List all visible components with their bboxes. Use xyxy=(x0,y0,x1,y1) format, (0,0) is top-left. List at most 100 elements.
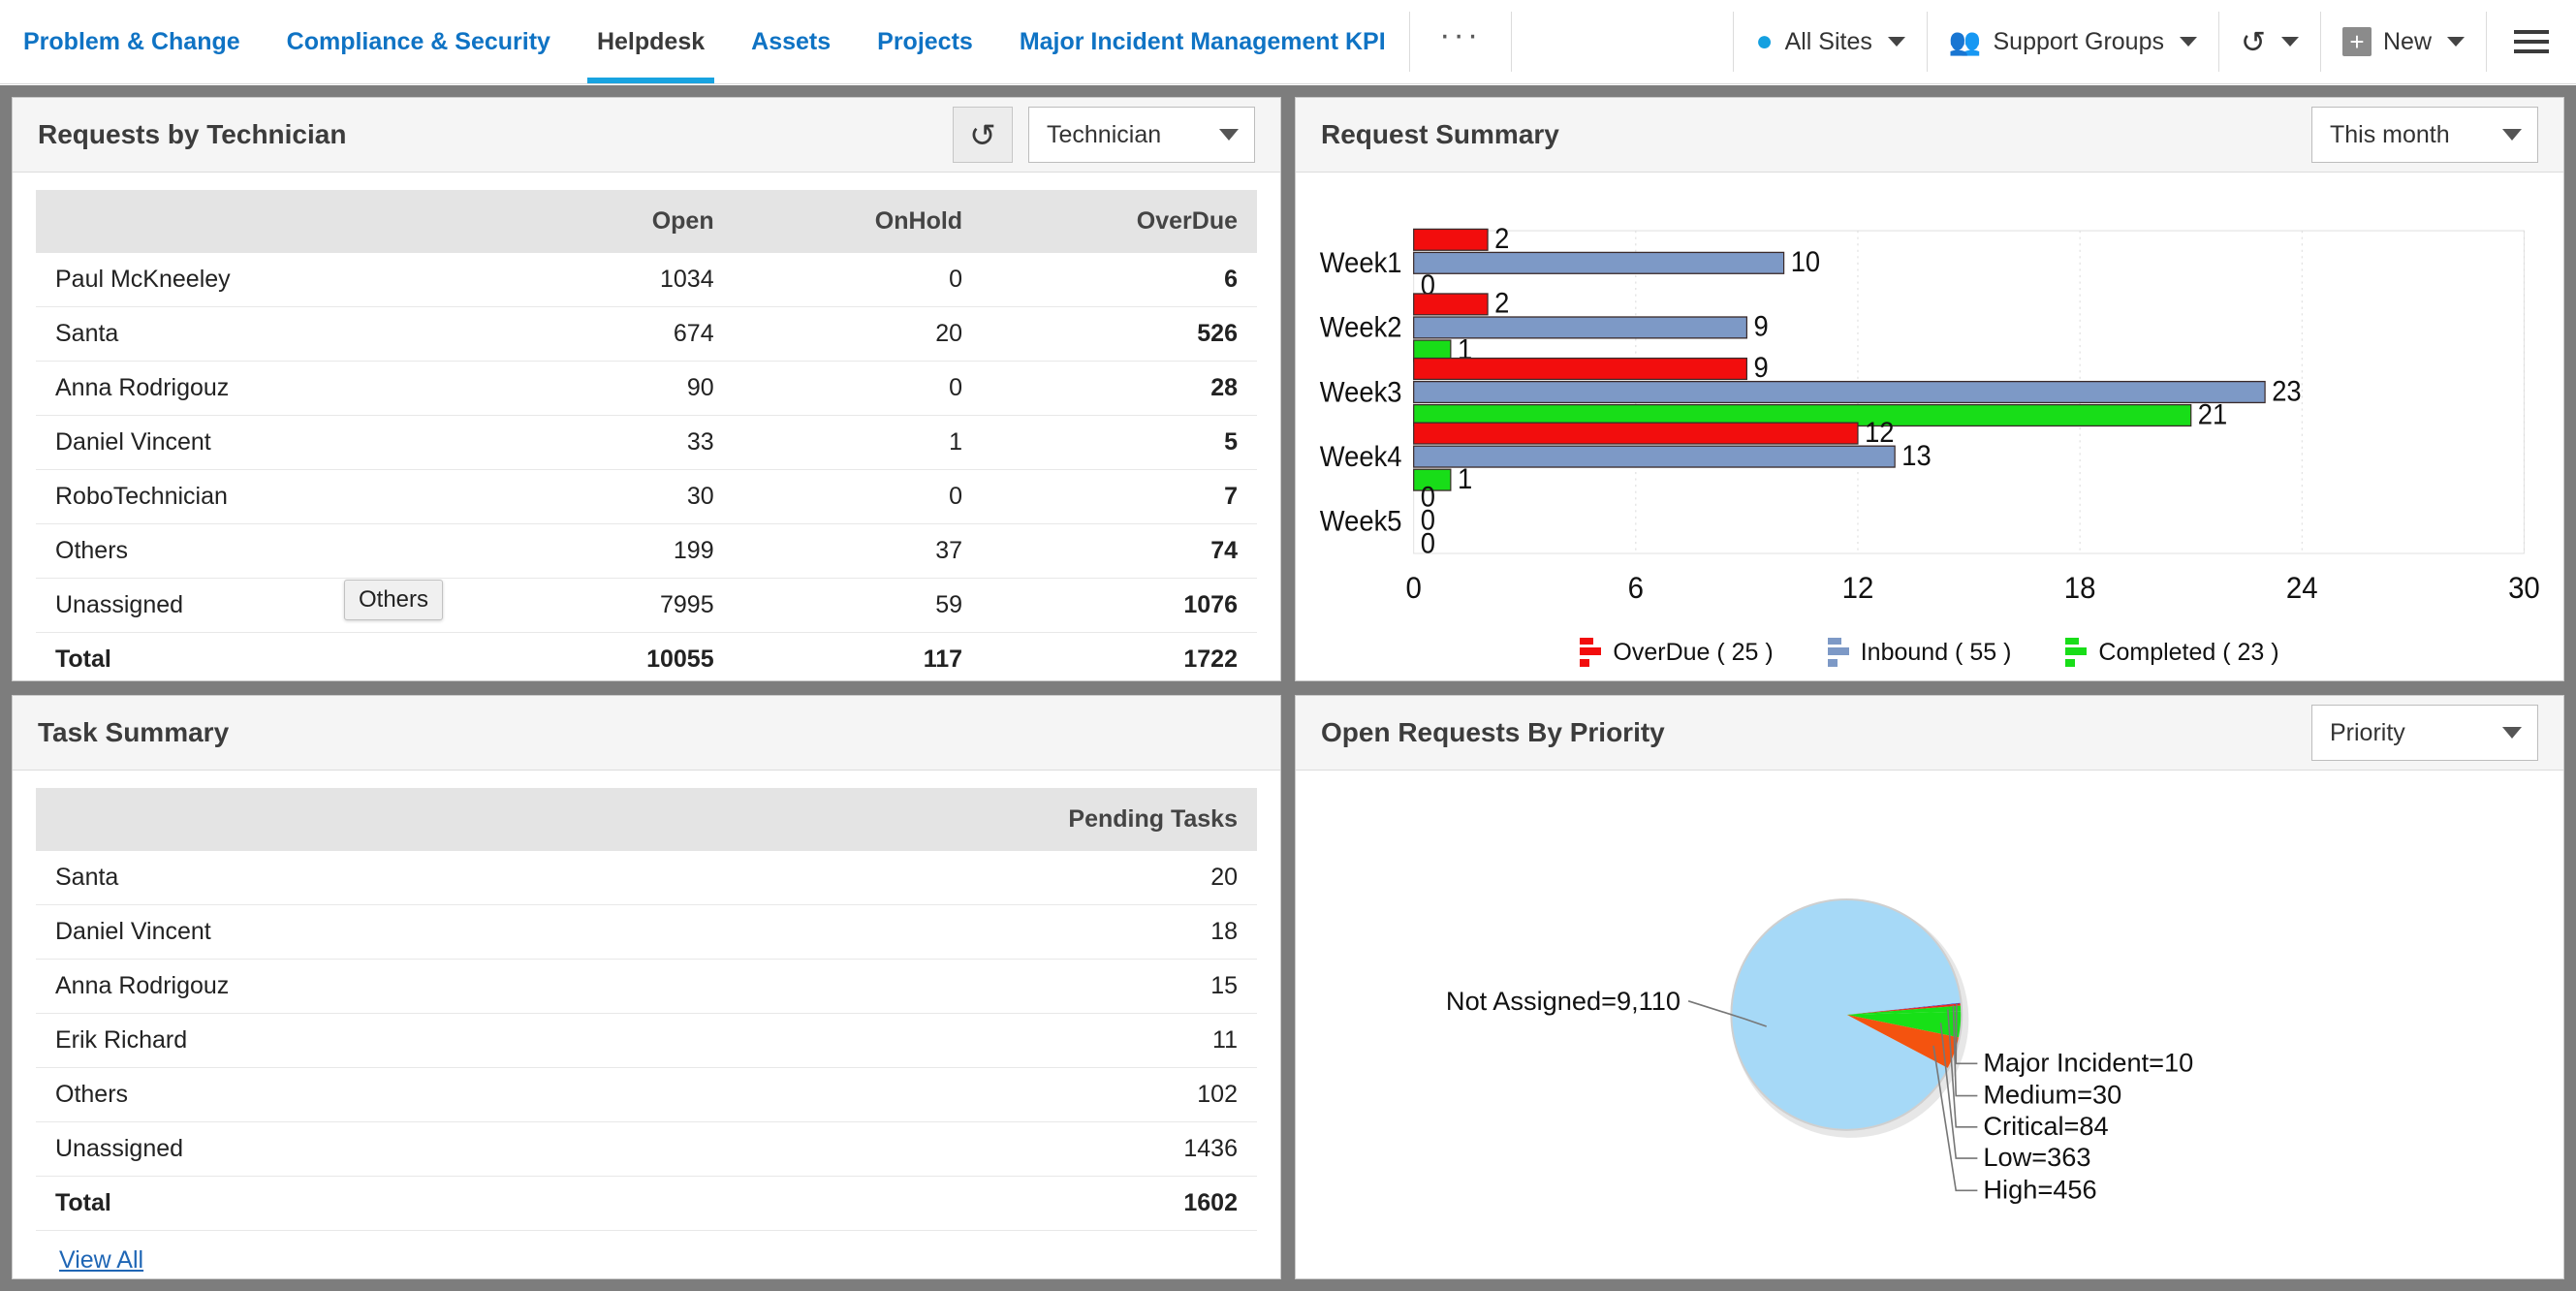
cell-pending: 11 xyxy=(891,1014,1257,1068)
table-header-row: Open OnHold OverDue xyxy=(36,190,1257,253)
legend-item-overdue[interactable]: OverDue ( 25 ) xyxy=(1580,638,1773,667)
table-body: Paul McKneeley 1034 0 6 Santa 674 20 526 xyxy=(36,253,1257,680)
hamburger-menu-icon[interactable] xyxy=(2487,0,2576,83)
task-summary-table: Pending Tasks Santa 20 Daniel Vincent 18 xyxy=(36,788,1257,1231)
view-all-wrap: View All xyxy=(36,1231,1257,1275)
table-head: Open OnHold OverDue xyxy=(36,190,1257,253)
refresh-button[interactable]: ↺ xyxy=(953,107,1013,163)
table-row[interactable]: Paul McKneeley 1034 0 6 xyxy=(36,253,1257,307)
chart-legend: OverDue ( 25 ) Inbound ( 55 ) Completed … xyxy=(1296,638,2563,667)
nav-tab-major-incident-kpi[interactable]: Major Incident Management KPI xyxy=(996,0,1409,83)
chevron-down-icon xyxy=(2180,37,2197,47)
column-header-open[interactable]: Open xyxy=(524,190,734,253)
panel-body: Open OnHold OverDue Paul McKneeley 1034 … xyxy=(13,173,1280,680)
period-filter-value: This month xyxy=(2330,121,2450,149)
panel-body: Week12100Week2291Week392321Week412131Wee… xyxy=(1296,173,2563,680)
panel-request-summary: Request Summary This month Week12100Week… xyxy=(1295,97,2564,681)
legend-label-overdue: OverDue ( 25 ) xyxy=(1613,639,1773,667)
panel-title: Request Summary xyxy=(1321,119,1559,150)
table-row[interactable]: Erik Richard 11 xyxy=(36,1014,1257,1068)
cell-onhold: 59 xyxy=(734,579,982,633)
column-header-overdue[interactable]: OverDue xyxy=(982,190,1257,253)
cell-open: 90 xyxy=(524,362,734,416)
table-row[interactable]: Anna Rodrigouz 15 xyxy=(36,960,1257,1014)
svg-text:10: 10 xyxy=(1791,246,1820,278)
more-tabs-icon[interactable]: ··· xyxy=(1410,0,1511,83)
support-groups-selector[interactable]: 👥 Support Groups xyxy=(1928,0,2218,83)
table-row[interactable]: Anna Rodrigouz 90 0 28 xyxy=(36,362,1257,416)
cell-total-label: Total xyxy=(36,633,524,681)
svg-text:Low=363: Low=363 xyxy=(1983,1142,2090,1172)
table-row[interactable]: Unassigned 1436 xyxy=(36,1122,1257,1177)
table-row[interactable]: RoboTechnician 30 0 7 xyxy=(36,470,1257,524)
table-row[interactable]: Daniel Vincent 33 1 5 xyxy=(36,416,1257,470)
nav-tab-projects[interactable]: Projects xyxy=(854,0,996,83)
panel-body: Not Assigned=9,110Major Incident=10Mediu… xyxy=(1296,771,2563,1278)
new-button[interactable]: + New xyxy=(2321,0,2486,83)
panel-title: Requests by Technician xyxy=(38,119,346,150)
cell-total-onhold: 117 xyxy=(734,633,982,681)
nav-tab-compliance-security[interactable]: Compliance & Security xyxy=(264,0,574,83)
column-header-onhold[interactable]: OnHold xyxy=(734,190,982,253)
svg-text:12: 12 xyxy=(1842,571,1874,605)
column-header-pending-tasks[interactable]: Pending Tasks xyxy=(891,788,1257,851)
technician-filter-select[interactable]: Technician xyxy=(1028,107,1255,163)
svg-text:13: 13 xyxy=(1901,440,1931,472)
legend-swatch-overdue xyxy=(1580,638,1601,667)
legend-item-completed[interactable]: Completed ( 23 ) xyxy=(2065,638,2278,667)
cell-total-label: Total xyxy=(36,1177,891,1231)
nav-tab-label: Problem & Change xyxy=(23,28,240,56)
cell-technician: Anna Rodrigouz xyxy=(36,362,524,416)
cell-onhold: 1 xyxy=(734,416,982,470)
cell-technician: Erik Richard xyxy=(36,1014,891,1068)
period-filter-select[interactable]: This month xyxy=(2311,107,2538,163)
nav-tabs: Problem & Change Compliance & Security H… xyxy=(0,0,1409,83)
table-row[interactable]: Others 199 37 74 xyxy=(36,524,1257,579)
table-row[interactable]: Santa 20 xyxy=(36,851,1257,905)
cell-onhold: 20 xyxy=(734,307,982,362)
top-navigation-bar: Problem & Change Compliance & Security H… xyxy=(0,0,2576,84)
refresh-icon: ↺ xyxy=(2241,27,2266,57)
panel-requests-by-technician: Requests by Technician ↺ Technician Open… xyxy=(12,97,1281,681)
cell-technician: Santa xyxy=(36,307,524,362)
cell-technician: Others xyxy=(36,524,524,579)
svg-text:0: 0 xyxy=(1405,571,1421,605)
nav-tab-label: Major Incident Management KPI xyxy=(1020,28,1386,56)
cell-overdue: 74 xyxy=(982,524,1257,579)
view-all-link[interactable]: View All xyxy=(59,1246,143,1275)
cell-technician: Daniel Vincent xyxy=(36,905,891,960)
panel-task-summary: Task Summary Pending Tasks Santa 20 xyxy=(12,695,1281,1279)
refresh-menu[interactable]: ↺ xyxy=(2219,0,2320,83)
table-row[interactable]: Daniel Vincent 18 xyxy=(36,905,1257,960)
cell-overdue: 5 xyxy=(982,416,1257,470)
cell-overdue: 7 xyxy=(982,470,1257,524)
table-row[interactable]: Others 102 xyxy=(36,1068,1257,1122)
nav-tab-assets[interactable]: Assets xyxy=(728,0,854,83)
chevron-down-icon xyxy=(2281,37,2299,47)
tasks-table-wrap: Pending Tasks Santa 20 Daniel Vincent 18 xyxy=(13,771,1280,1275)
panel-body: Pending Tasks Santa 20 Daniel Vincent 18 xyxy=(13,771,1280,1278)
cell-onhold: 0 xyxy=(734,362,982,416)
panel-header: Request Summary This month xyxy=(1296,98,2563,173)
cell-open: 33 xyxy=(524,416,734,470)
nav-tab-label: Assets xyxy=(751,28,831,56)
cell-onhold: 37 xyxy=(734,524,982,579)
priority-filter-select[interactable]: Priority xyxy=(2311,705,2538,761)
table-body: Santa 20 Daniel Vincent 18 Anna Rodrigou… xyxy=(36,851,1257,1231)
priority-pie-chart: Not Assigned=9,110Major Incident=10Mediu… xyxy=(1296,771,2563,1278)
nav-tab-label: Helpdesk xyxy=(597,28,705,56)
cell-overdue: 1076 xyxy=(982,579,1257,633)
table-row[interactable]: Santa 674 20 526 xyxy=(36,307,1257,362)
svg-text:Week4: Week4 xyxy=(1320,441,1402,473)
nav-tab-helpdesk[interactable]: Helpdesk xyxy=(574,0,728,83)
all-sites-selector[interactable]: ● All Sites xyxy=(1734,0,1926,83)
cell-technician: RoboTechnician xyxy=(36,470,524,524)
table-row-total: Total 10055 117 1722 xyxy=(36,633,1257,681)
table-row[interactable]: Unassigned 7995 59 1076 xyxy=(36,579,1257,633)
cell-open: 30 xyxy=(524,470,734,524)
more-tabs-label: ··· xyxy=(1439,16,1481,54)
legend-item-inbound[interactable]: Inbound ( 55 ) xyxy=(1828,638,2012,667)
nav-tab-problem-change[interactable]: Problem & Change xyxy=(0,0,264,83)
refresh-icon: ↺ xyxy=(969,119,996,151)
svg-text:24: 24 xyxy=(2286,571,2318,605)
